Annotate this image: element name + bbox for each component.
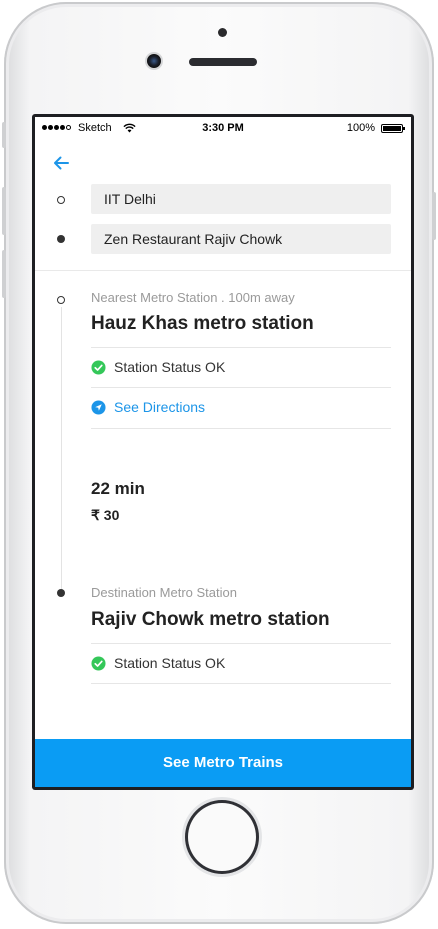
nearest-station-marker bbox=[57, 296, 65, 304]
volume-down-button bbox=[2, 250, 6, 298]
proximity-sensor bbox=[218, 28, 227, 37]
divider bbox=[91, 643, 391, 644]
battery-percentage: 100% bbox=[346, 122, 375, 134]
origin-marker bbox=[57, 196, 65, 204]
see-directions-label: See Directions bbox=[114, 399, 206, 415]
mute-switch bbox=[2, 122, 6, 148]
screen: Sketch 3:30 PM 100% IIT Delhi Zen Restau… bbox=[32, 114, 414, 790]
destination-status-label: Station Status OK bbox=[114, 655, 226, 671]
back-arrow-icon[interactable] bbox=[51, 153, 71, 173]
nearest-station-name: Hauz Khas metro station bbox=[91, 313, 314, 334]
check-circle-icon bbox=[91, 655, 106, 671]
divider bbox=[91, 387, 391, 388]
destination-marker bbox=[57, 235, 65, 243]
route-timeline-line bbox=[61, 307, 62, 595]
origin-input[interactable]: IIT Delhi bbox=[91, 184, 391, 214]
nearest-station-status: Station Status OK bbox=[91, 357, 225, 377]
see-metro-trains-button[interactable]: See Metro Trains bbox=[35, 739, 411, 787]
nearest-status-label: Station Status OK bbox=[114, 359, 226, 375]
destination-station-name: Rajiv Chowk metro station bbox=[91, 609, 330, 630]
destination-station-status: Station Status OK bbox=[91, 653, 225, 673]
app-display: Sketch 3:30 PM 100% IIT Delhi Zen Restau… bbox=[35, 117, 411, 787]
trip-fare: ₹ 30 bbox=[91, 507, 120, 523]
status-bar: Sketch 3:30 PM 100% bbox=[35, 117, 411, 141]
check-circle-icon bbox=[91, 359, 106, 375]
earpiece-speaker bbox=[189, 58, 257, 66]
nearest-station-caption: Nearest Metro Station . 100m away bbox=[91, 290, 295, 305]
divider bbox=[91, 428, 391, 429]
home-button bbox=[188, 803, 256, 871]
destination-station-caption: Destination Metro Station bbox=[91, 585, 237, 600]
battery-icon bbox=[381, 124, 405, 133]
see-directions-link[interactable]: See Directions bbox=[91, 397, 205, 417]
header-divider bbox=[35, 270, 411, 271]
destination-input[interactable]: Zen Restaurant Rajiv Chowk bbox=[91, 224, 391, 254]
front-camera bbox=[147, 54, 161, 68]
divider bbox=[91, 347, 391, 348]
trip-duration: 22 min bbox=[91, 479, 145, 498]
phone-frame: Sketch 3:30 PM 100% IIT Delhi Zen Restau… bbox=[2, 2, 436, 924]
navigation-icon bbox=[91, 399, 106, 415]
divider bbox=[91, 683, 391, 684]
power-button bbox=[432, 192, 436, 240]
volume-up-button bbox=[2, 187, 6, 235]
destination-station-marker bbox=[57, 589, 65, 597]
